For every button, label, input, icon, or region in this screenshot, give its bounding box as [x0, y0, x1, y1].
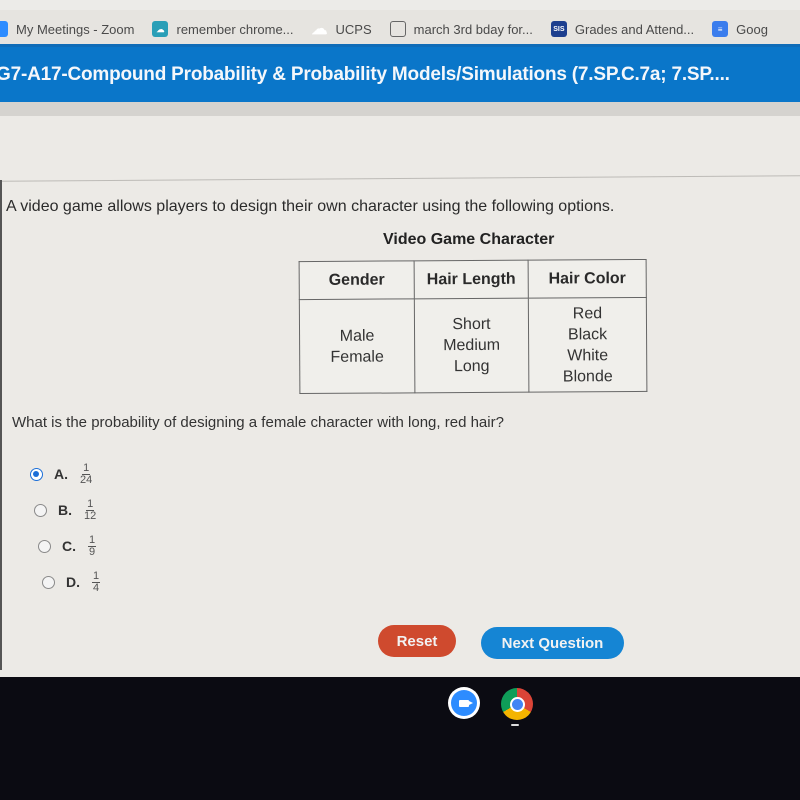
window-edge	[0, 180, 2, 670]
header-gender: Gender	[299, 260, 415, 300]
bookmark-label: Grades and Attend...	[574, 21, 695, 37]
choice-d[interactable]: D. 1 4	[42, 564, 101, 600]
bookmark-remember-chrome[interactable]: ☁ remember chrome...	[152, 21, 294, 37]
bookmark-google-docs[interactable]: ≡ Goog	[712, 21, 768, 37]
running-indicator	[511, 724, 519, 726]
bookmark-label: UCPS	[335, 21, 372, 37]
fraction: 1 9	[88, 533, 97, 558]
radio-button[interactable]	[38, 539, 51, 553]
header-hair-color: Hair Color	[528, 259, 647, 299]
question-panel: A video game allows players to design th…	[0, 102, 800, 677]
google-docs-icon: ≡	[712, 21, 729, 37]
option-white: White	[567, 346, 609, 364]
chrome-app-icon: ☁	[152, 21, 169, 37]
choice-b[interactable]: B. 1 12	[34, 492, 100, 528]
hair-length-options: Short Medium Long	[414, 298, 529, 393]
bookmark-label: My Meetings - Zoom	[16, 21, 135, 37]
option-short: Short	[452, 315, 491, 334]
numerator: 1	[82, 461, 91, 475]
bookmark-ucps[interactable]: ☁ UCPS	[311, 21, 372, 38]
assignment-header: G7-A17-Compound Probability & Probabilit…	[0, 44, 800, 102]
bookmark-label: march 3rd bday for...	[413, 21, 533, 37]
option-medium: Medium	[443, 336, 501, 355]
section-divider	[0, 175, 800, 182]
tab-strip-edge	[0, 0, 800, 10]
numerator: 1	[88, 533, 97, 547]
video-camera-icon	[459, 699, 473, 707]
choice-c[interactable]: C. 1 9	[38, 528, 100, 564]
question-text: What is the probability of designing a f…	[12, 414, 504, 431]
cloud-icon: ☁	[311, 21, 328, 38]
chrome-center	[511, 698, 523, 710]
header-hair-length: Hair Length	[414, 260, 529, 299]
answer-choices: A. 1 24 B. 1 12 C. 1 9 D. 1 4	[30, 456, 101, 600]
choice-letter: A.	[54, 466, 68, 482]
problem-intro: A video game allows players to design th…	[6, 198, 615, 215]
choice-a[interactable]: A. 1 24	[30, 456, 100, 492]
os-shelf	[0, 677, 800, 800]
option-male: Male	[339, 327, 375, 345]
table-title: Video Game Character	[383, 231, 555, 248]
hair-color-options: Red Black White Blonde	[528, 297, 647, 393]
document-icon	[389, 21, 406, 37]
table-row: Male Female Short Medium Long Red Black …	[299, 297, 647, 394]
denominator: 9	[89, 545, 96, 558]
denominator: 4	[93, 581, 100, 594]
fraction: 1 12	[84, 497, 97, 522]
option-blonde: Blonde	[562, 367, 613, 385]
next-question-button[interactable]: Next Question	[481, 627, 624, 659]
assignment-title: G7-A17-Compound Probability & Probabilit…	[0, 63, 730, 85]
choice-letter: D.	[66, 574, 80, 590]
option-black: Black	[567, 325, 608, 343]
choice-letter: B.	[58, 502, 72, 518]
bookmark-march-bday[interactable]: march 3rd bday for...	[389, 21, 533, 37]
chrome-app-icon[interactable]	[501, 688, 533, 720]
zoom-icon-inner	[451, 690, 477, 716]
header-shadow	[0, 102, 800, 116]
bookmark-label: remember chrome...	[176, 21, 294, 37]
zoom-icon	[0, 21, 8, 37]
fraction: 1 4	[92, 569, 101, 594]
choice-letter: C.	[62, 538, 76, 554]
radio-button-selected[interactable]	[30, 467, 43, 481]
gender-options: Male Female	[299, 298, 415, 394]
character-options-table: Gender Hair Length Hair Color Male Femal…	[298, 258, 648, 395]
chrome-ring	[509, 696, 525, 712]
denominator: 12	[84, 509, 97, 522]
sis-icon: SIS	[550, 21, 567, 37]
bookmark-grades-attendance[interactable]: SIS Grades and Attend...	[550, 21, 695, 37]
denominator: 24	[80, 473, 93, 486]
numerator: 1	[86, 497, 95, 511]
zoom-app-icon[interactable]	[448, 687, 480, 719]
radio-button[interactable]	[42, 575, 55, 589]
fraction: 1 24	[80, 461, 93, 486]
numerator: 1	[92, 569, 101, 583]
reset-button[interactable]: Reset	[378, 625, 456, 657]
option-red: Red	[572, 304, 603, 322]
bookmark-my-meetings-zoom[interactable]: My Meetings - Zoom	[0, 21, 134, 37]
bookmark-label: Goog	[736, 21, 768, 37]
option-female: Female	[330, 348, 384, 366]
table-header-row: Gender Hair Length Hair Color	[299, 259, 647, 300]
option-long: Long	[453, 357, 490, 376]
radio-button[interactable]	[34, 503, 47, 517]
bookmarks-bar: My Meetings - Zoom ☁ remember chrome... …	[0, 0, 800, 44]
